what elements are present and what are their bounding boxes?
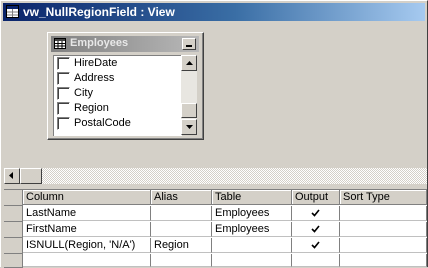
output-cell[interactable] — [292, 206, 340, 221]
column-header-column[interactable]: Column — [23, 190, 151, 205]
column-header-sort-type[interactable]: Sort Type — [340, 190, 427, 205]
sort-type-cell[interactable] — [340, 206, 427, 221]
diagram-pane[interactable]: Employees HireDate Address City Region P… — [4, 22, 427, 163]
row-selector[interactable] — [4, 238, 23, 254]
field-item-postalcode[interactable]: PostalCode — [54, 116, 182, 131]
table-icon — [54, 38, 66, 49]
table-cell[interactable] — [212, 238, 292, 253]
view-window: vw_NullRegionField : View Employees Hire… — [0, 0, 428, 268]
field-label: PostalCode — [74, 117, 131, 129]
arrow-left-icon — [9, 172, 13, 179]
column-cell[interactable]: ISNULL(Region, 'N/A') — [23, 238, 151, 253]
column-cell[interactable] — [23, 254, 151, 267]
output-cell[interactable] — [292, 254, 340, 267]
header-row-selector[interactable] — [4, 190, 23, 206]
alias-cell[interactable] — [151, 222, 212, 237]
output-cell[interactable] — [292, 222, 340, 237]
diagram-horizontal-scrollbar[interactable] — [4, 168, 427, 184]
grid-row[interactable]: FirstName Employees — [4, 222, 427, 238]
field-label: Region — [74, 102, 109, 114]
window-title: vw_NullRegionField : View — [23, 5, 175, 19]
horizontal-scroll-thumb[interactable] — [20, 168, 42, 184]
field-list-scrollbar[interactable] — [181, 55, 197, 135]
grid-row[interactable]: ISNULL(Region, 'N/A') Region — [4, 238, 427, 254]
table-cell[interactable]: Employees — [212, 222, 292, 237]
table-box-name: Employees — [70, 37, 129, 49]
column-header-table[interactable]: Table — [212, 190, 292, 205]
field-checkbox[interactable] — [57, 72, 70, 85]
alias-cell[interactable] — [151, 206, 212, 221]
criteria-grid[interactable]: Column Alias Table Output Sort Type Last… — [4, 190, 427, 268]
field-list[interactable]: HireDate Address City Region PostalCode — [53, 55, 182, 136]
column-header-output[interactable]: Output — [292, 190, 340, 205]
field-checkbox[interactable] — [57, 117, 70, 130]
alias-cell[interactable]: Region — [151, 238, 212, 253]
checkmark-icon — [311, 241, 320, 249]
scroll-down-button[interactable] — [181, 119, 197, 135]
table-cell[interactable]: Employees — [212, 206, 292, 221]
field-checkbox[interactable] — [57, 57, 70, 70]
field-label: City — [74, 87, 93, 99]
column-cell[interactable]: FirstName — [23, 222, 151, 237]
scroll-left-button[interactable] — [4, 168, 20, 184]
field-item-hiredate[interactable]: HireDate — [54, 56, 182, 71]
checkmark-icon — [311, 225, 320, 233]
column-header-alias[interactable]: Alias — [151, 190, 212, 205]
window-titlebar[interactable]: vw_NullRegionField : View — [3, 3, 425, 21]
table-cell[interactable] — [212, 254, 292, 267]
sort-type-cell[interactable] — [340, 238, 427, 253]
table-box-titlebar[interactable]: Employees — [51, 36, 199, 52]
scroll-up-button[interactable] — [181, 55, 197, 71]
field-item-address[interactable]: Address — [54, 71, 182, 86]
field-item-city[interactable]: City — [54, 86, 182, 101]
minimize-button[interactable] — [182, 38, 196, 50]
grid-row[interactable]: LastName Employees — [4, 206, 427, 222]
table-box-employees[interactable]: Employees HireDate Address City Region P… — [47, 32, 204, 140]
checkmark-icon — [311, 209, 320, 217]
row-selector[interactable] — [4, 222, 23, 238]
scroll-thumb[interactable] — [181, 103, 197, 118]
field-label: Address — [74, 72, 115, 84]
arrow-down-icon — [186, 125, 193, 129]
grid-header-row: Column Alias Table Output Sort Type — [4, 190, 427, 206]
arrow-up-icon — [186, 61, 193, 65]
field-checkbox[interactable] — [57, 102, 70, 115]
view-icon — [6, 5, 19, 18]
sort-type-cell[interactable] — [340, 222, 427, 237]
sort-type-cell[interactable] — [340, 254, 427, 267]
field-label: HireDate — [74, 57, 118, 69]
grid-row-empty[interactable] — [4, 254, 427, 268]
column-cell[interactable]: LastName — [23, 206, 151, 221]
output-cell[interactable] — [292, 238, 340, 253]
alias-cell[interactable] — [151, 254, 212, 267]
field-item-region[interactable]: Region — [54, 101, 182, 116]
row-selector[interactable] — [4, 206, 23, 222]
field-checkbox[interactable] — [57, 87, 70, 100]
